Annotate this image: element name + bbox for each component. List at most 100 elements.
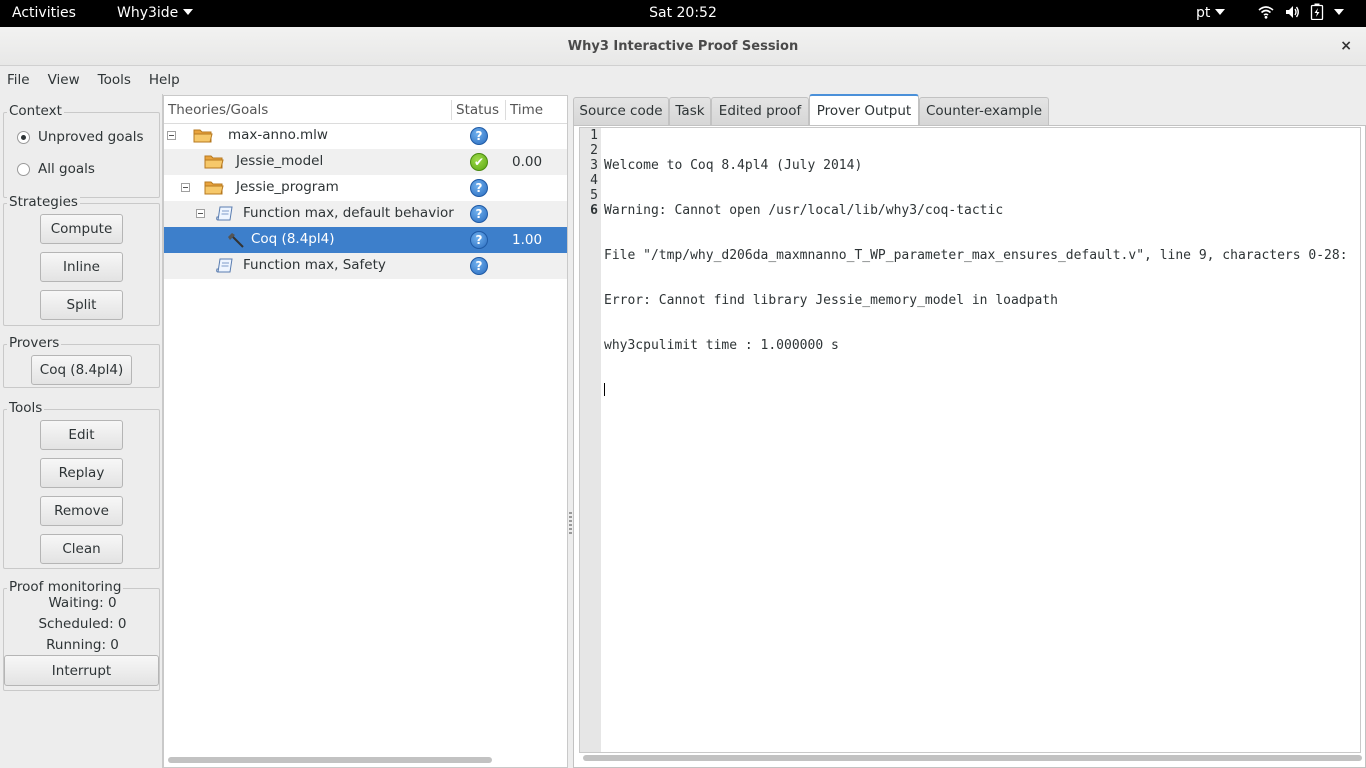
tools-frame: Tools Edit Replay Remove Clean — [3, 400, 160, 569]
compute-button[interactable]: Compute — [40, 214, 123, 244]
tree-row-label: Jessie_model — [236, 153, 324, 169]
line-number: 6 — [590, 203, 598, 218]
proof-monitoring-label: Proof monitoring — [7, 579, 124, 595]
close-icon[interactable]: × — [1340, 27, 1352, 66]
scroll-icon — [216, 206, 233, 221]
tools-label: Tools — [7, 400, 45, 416]
radio-indicator — [17, 162, 30, 176]
activities-button[interactable]: Activities — [12, 5, 76, 21]
line-number: 3 — [590, 158, 598, 173]
tree-row-prover-attempt[interactable]: Coq (8.4pl4) ? 1.00 — [164, 227, 567, 253]
column-time[interactable]: Time — [510, 102, 543, 118]
clean-button[interactable]: Clean — [40, 534, 123, 564]
chevron-down-icon — [1215, 9, 1226, 15]
inline-button[interactable]: Inline — [40, 252, 123, 282]
tree-header: Theories/Goals Status Time — [164, 96, 567, 124]
chevron-down-icon — [1334, 8, 1344, 15]
splitter-grip[interactable] — [569, 512, 572, 536]
column-separator[interactable] — [451, 100, 452, 120]
volume-icon — [1286, 5, 1299, 18]
folder-open-icon — [193, 129, 213, 143]
output-horizontal-scrollbar[interactable] — [583, 755, 1362, 761]
window-title: Why3 Interactive Proof Session — [567, 39, 799, 54]
notebook-tabs: Source code Task Edited proof Prover Out… — [573, 94, 1366, 126]
window-titlebar[interactable]: Why3 Interactive Proof Session × — [0, 27, 1366, 66]
menu-help[interactable]: Help — [149, 72, 180, 88]
battery-icon — [1310, 3, 1324, 20]
coq-prover-button[interactable]: Coq (8.4pl4) — [31, 355, 132, 385]
context-label: Context — [7, 103, 64, 119]
help-status-icon: ? — [470, 179, 488, 197]
tree-row-label: Function max, default behavior — [243, 205, 454, 221]
menu-tools[interactable]: Tools — [98, 72, 131, 88]
output-code: Welcome to Coq 8.4pl4 (July 2014) Warnin… — [604, 128, 1360, 428]
line-number-gutter: 1 2 3 4 5 6 — [580, 128, 601, 752]
hammer-icon — [228, 233, 244, 248]
tab-source-code[interactable]: Source code — [573, 97, 669, 125]
app-menu[interactable]: Why3ide — [117, 5, 194, 21]
help-status-icon: ? — [470, 231, 488, 249]
clock-container: Sat 20:52 — [0, 5, 1366, 21]
folder-open-icon — [204, 155, 224, 169]
left-panel: Context Unproved goals All goals Strateg… — [0, 94, 163, 768]
help-status-icon: ? — [470, 257, 488, 275]
waiting-count: Waiting: 0 — [48, 595, 117, 611]
radio-unproved-goals[interactable]: Unproved goals — [17, 129, 144, 145]
help-status-icon: ? — [470, 205, 488, 223]
collapse-icon[interactable] — [181, 183, 190, 192]
replay-button[interactable]: Replay — [40, 458, 123, 488]
code-line: File "/tmp/why_d206da_maxmnanno_T_WP_par… — [604, 248, 1348, 263]
check-status-icon: ✔ — [470, 153, 488, 171]
line-number: 1 — [590, 128, 598, 143]
tab-prover-output[interactable]: Prover Output — [809, 94, 919, 126]
radio-label: Unproved goals — [38, 129, 144, 145]
collapse-icon[interactable] — [196, 209, 205, 218]
tab-counter-example[interactable]: Counter-example — [919, 97, 1049, 125]
output-text-area[interactable]: 1 2 3 4 5 6 Welcome to Coq 8.4pl4 (July … — [579, 127, 1361, 753]
tab-task[interactable]: Task — [669, 97, 711, 125]
menu-file[interactable]: File — [7, 72, 30, 88]
proof-monitoring-frame: Proof monitoring Waiting: 0 Scheduled: 0… — [3, 579, 160, 691]
clock[interactable]: Sat 20:52 — [649, 5, 717, 21]
radio-all-goals[interactable]: All goals — [17, 161, 95, 177]
tree-row-theory[interactable]: Jessie_model ✔ 0.00 — [164, 149, 567, 175]
prover-output-view: 1 2 3 4 5 6 Welcome to Coq 8.4pl4 (July … — [573, 125, 1366, 768]
tree-row-label: Jessie_program — [236, 179, 339, 195]
provers-label: Provers — [7, 335, 62, 351]
scheduled-count: Scheduled: 0 — [38, 616, 127, 632]
collapse-icon[interactable] — [167, 131, 176, 140]
code-line: Welcome to Coq 8.4pl4 (July 2014) — [604, 158, 863, 173]
language-label: pt — [1196, 5, 1211, 21]
tree-row-label: Function max, Safety — [243, 257, 386, 273]
interrupt-button[interactable]: Interrupt — [4, 655, 159, 686]
tree-row-goal[interactable]: Function max, default behavior ? — [164, 201, 567, 227]
chevron-down-icon — [183, 9, 194, 15]
tree-horizontal-scrollbar[interactable] — [168, 757, 492, 763]
split-button[interactable]: Split — [40, 290, 123, 320]
folder-open-icon — [204, 181, 224, 195]
running-count: Running: 0 — [46, 637, 119, 653]
column-separator[interactable] — [505, 100, 506, 120]
column-status[interactable]: Status — [456, 102, 499, 118]
tab-edited-proof[interactable]: Edited proof — [711, 97, 809, 125]
strategies-label: Strategies — [7, 194, 80, 210]
provers-frame: Provers Coq (8.4pl4) — [3, 335, 160, 388]
tree-row-theory[interactable]: Jessie_program ? — [164, 175, 567, 201]
radio-indicator — [17, 130, 30, 144]
column-theories-goals[interactable]: Theories/Goals — [168, 102, 268, 118]
remove-button[interactable]: Remove — [40, 496, 123, 526]
top-bar: Activities Why3ide Sat 20:52 pt — [0, 0, 1366, 27]
scroll-icon — [216, 258, 233, 273]
language-selector[interactable]: pt — [1196, 5, 1226, 21]
system-tray[interactable] — [1258, 3, 1344, 20]
code-line: Error: Cannot find library Jessie_memory… — [604, 293, 1058, 308]
context-frame: Context Unproved goals All goals — [3, 103, 160, 198]
goals-tree[interactable]: Theories/Goals Status Time max-anno.mlw … — [163, 95, 568, 768]
wifi-icon — [1258, 5, 1274, 19]
tree-row-file[interactable]: max-anno.mlw ? — [164, 123, 567, 149]
tree-row-label: Coq (8.4pl4) — [251, 231, 335, 247]
menu-view[interactable]: View — [48, 72, 80, 88]
text-caret — [604, 383, 605, 396]
edit-button[interactable]: Edit — [40, 420, 123, 450]
tree-row-goal[interactable]: Function max, Safety ? — [164, 253, 567, 279]
